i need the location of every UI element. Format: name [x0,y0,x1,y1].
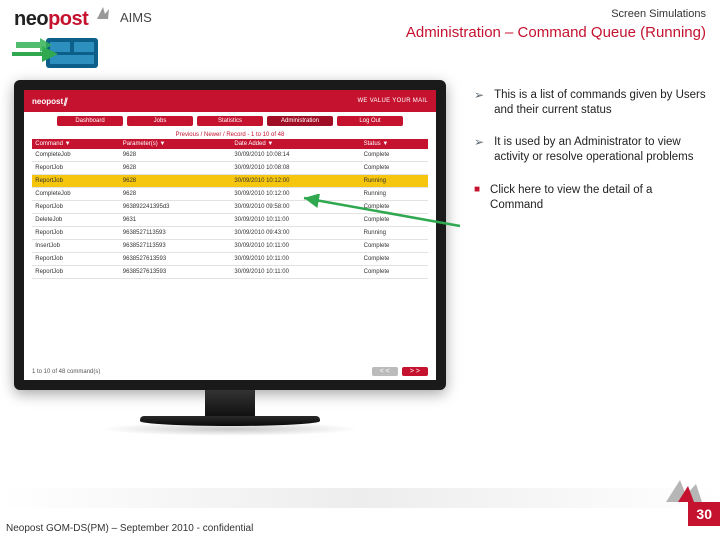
table-cell: Running [361,188,428,201]
table-cell: 30/09/2010 10:11:00 [231,214,360,227]
table-cell: Complete [361,162,428,175]
table-cell: CompleteJob [32,149,120,162]
pager-next-button[interactable]: > > [402,367,428,376]
table-row[interactable]: ReportJob963892241395d330/09/2010 09:58:… [32,201,428,214]
table-row[interactable]: CompleteJob962830/09/2010 10:12:00Runnin… [32,188,428,201]
column-header[interactable]: Status ▼ [361,139,428,149]
table-cell: ReportJob [32,227,120,240]
note-text: It is used by an Administrator to view a… [494,135,706,164]
table-cell: 9638527113593 [120,240,232,253]
note-text: This is a list of commands given by User… [494,88,706,117]
table-row[interactable]: ReportJob962830/09/2010 10:12:00Running [32,175,428,188]
tab-jobs[interactable]: Jobs [127,116,193,126]
app-screenshot: neopost∥ WE VALUE YOUR MAIL Dashboard Job… [24,90,436,380]
supertitle: Screen Simulations [611,8,706,20]
table-cell: Complete [361,201,428,214]
table-cell: 9631 [120,214,232,227]
table-cell: Complete [361,240,428,253]
chevron-bullet-icon: ➢ [474,88,484,117]
table-cell: 9628 [120,188,232,201]
table-row[interactable]: ReportJob963852761359330/09/2010 10:11:0… [32,266,428,279]
table-row[interactable]: DeleteJob963130/09/2010 10:11:00Complete [32,214,428,227]
table-cell: 30/09/2010 10:08:08 [231,162,360,175]
square-bullet-icon: ■ [474,184,480,212]
page-title: Administration – Command Queue (Running) [406,24,706,41]
chevron-bullet-icon: ➢ [474,135,484,164]
table-row[interactable]: ReportJob963852711359330/09/2010 09:43:0… [32,227,428,240]
tab-statistics[interactable]: Statistics [197,116,263,126]
table-row[interactable]: ReportJob963852761359330/09/2010 10:11:0… [32,253,428,266]
note-text: Click here to view the detail of a Comma… [490,183,706,212]
page-number: 30 [688,502,720,526]
pager-info: 1 to 10 of 48 command(s) [32,369,368,375]
note-item: ■ Click here to view the detail of a Comm… [474,183,706,212]
table-cell: Running [361,227,428,240]
table-cell: 30/09/2010 10:11:00 [231,253,360,266]
brand-mark-icon [95,5,111,21]
table-cell: 30/09/2010 10:12:00 [231,175,360,188]
table-cell: Complete [361,253,428,266]
table-cell: ReportJob [32,266,120,279]
table-cell: 30/09/2010 09:43:00 [231,227,360,240]
table-cell: 9628 [120,149,232,162]
table-cell: InsertJob [32,240,120,253]
table-row[interactable]: CompleteJob962830/09/2010 10:08:14Comple… [32,149,428,162]
table-cell: 30/09/2010 10:11:00 [231,266,360,279]
note-item: ➢ This is a list of commands given by Use… [474,88,706,117]
table-cell: 30/09/2010 10:11:00 [231,240,360,253]
table-cell: 30/09/2010 10:12:00 [231,188,360,201]
table-cell: ReportJob [32,162,120,175]
column-header[interactable]: Date Added ▼ [231,139,360,149]
table-cell: ReportJob [32,201,120,214]
table-row[interactable]: InsertJob963852711359330/09/2010 10:11:0… [32,240,428,253]
brand-logo: neopost [14,8,88,31]
tab-log-out[interactable]: Log Out [337,116,403,126]
table-cell: CompleteJob [32,188,120,201]
tab-dashboard[interactable]: Dashboard [57,116,123,126]
footer-text: Neopost GOM-DS(PM) – September 2010 - co… [6,523,253,534]
table-cell: 9638527613593 [120,266,232,279]
app-slogan: WE VALUE YOUR MAIL [357,98,428,104]
tab-administration[interactable]: Administration [267,116,333,126]
table-cell: 9638527613593 [120,253,232,266]
table-cell: ReportJob [32,253,120,266]
note-item: ➢ It is used by an Administrator to view … [474,135,706,164]
table-caption: Previous / Newer / Record - 1 to 10 of 4… [24,132,436,138]
table-cell: Complete [361,266,428,279]
table-cell: ReportJob [32,175,120,188]
product-name: AIMS [120,10,152,25]
table-cell: 30/09/2010 09:58:00 [231,201,360,214]
column-header[interactable]: Command ▼ [32,139,120,149]
footer-mark-icon [664,478,706,504]
table-cell: Running [361,175,428,188]
table-cell: 9638527113593 [120,227,232,240]
table-cell: 963892241395d3 [120,201,232,214]
app-logo: neopost∥ [32,97,67,106]
table-cell: 30/09/2010 10:08:14 [231,149,360,162]
monitor-mockup: neopost∥ WE VALUE YOUR MAIL Dashboard Job… [14,80,446,436]
table-cell: Complete [361,214,428,227]
table-cell: DeleteJob [32,214,120,227]
column-header[interactable]: Parameter(s) ▼ [120,139,232,149]
decorative-band [0,488,720,508]
table-cell: 9628 [120,162,232,175]
table-cell: 9628 [120,175,232,188]
pager-prev-button[interactable]: < < [372,367,398,376]
table-cell: Complete [361,149,428,162]
table-row[interactable]: ReportJob962830/09/2010 10:08:08Complete [32,162,428,175]
